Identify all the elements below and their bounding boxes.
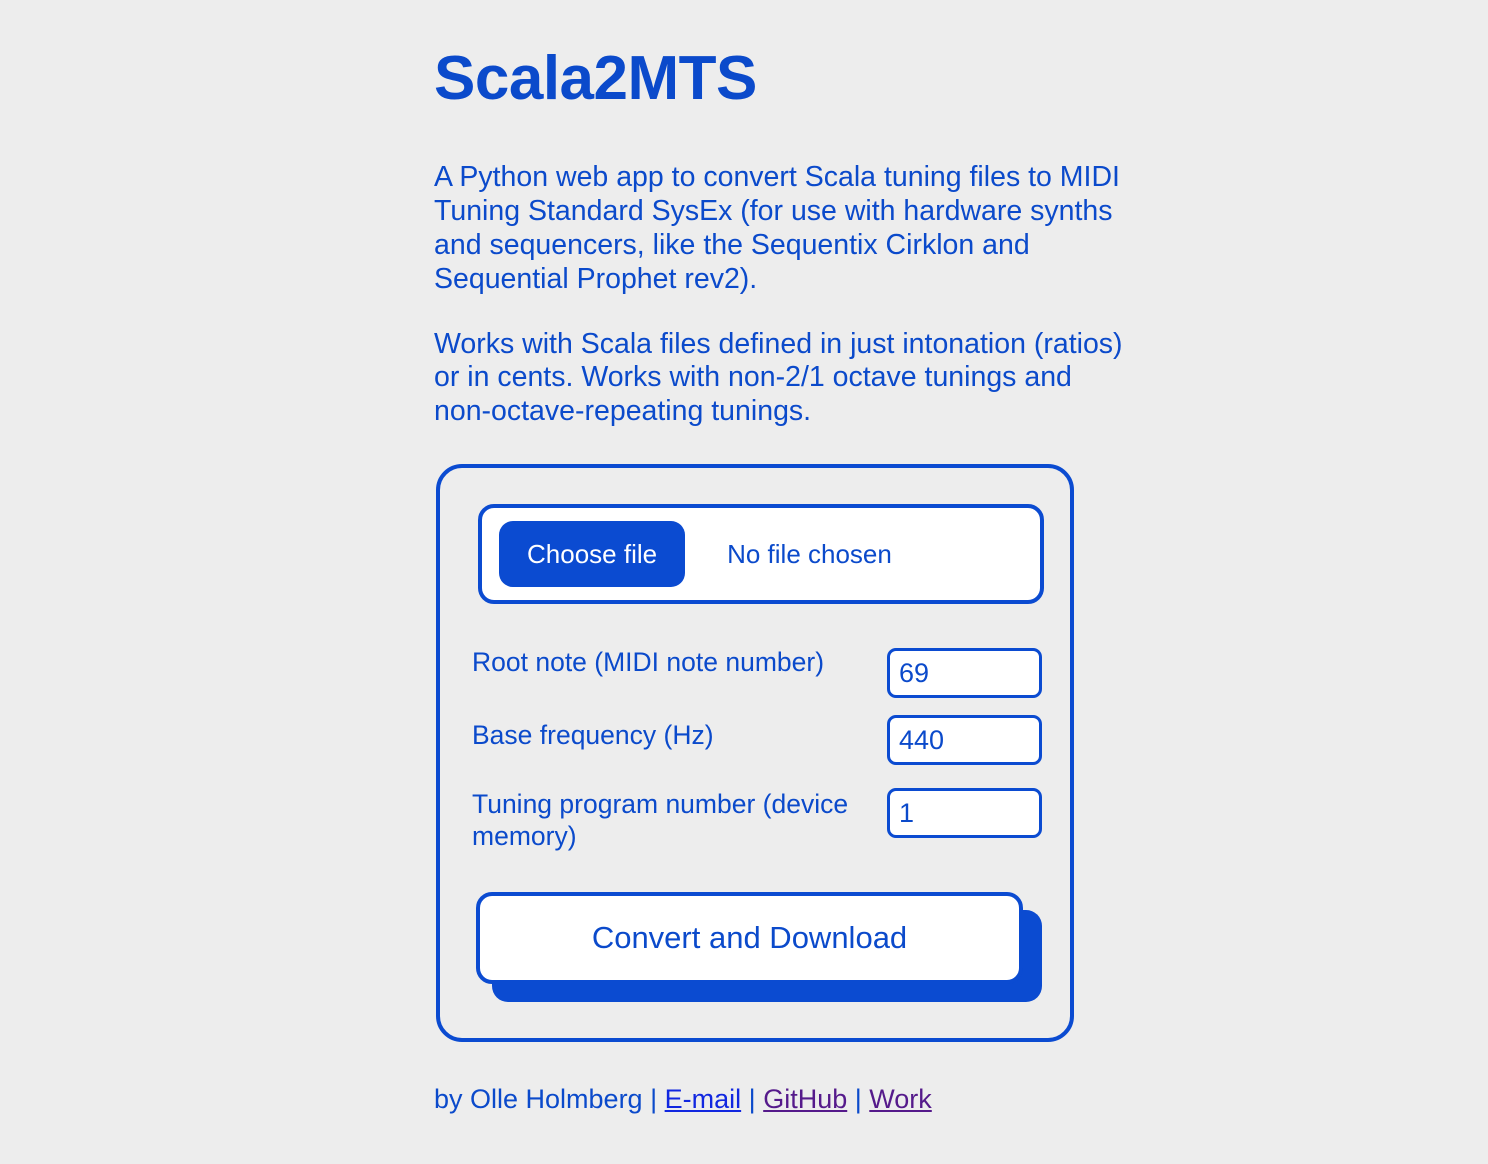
settings-fields: Root note (MIDI note number) Base freque…: [472, 646, 1042, 867]
root-note-input[interactable]: [887, 648, 1042, 698]
page-root: Scala2MTS A Python web app to convert Sc…: [0, 0, 1488, 1164]
tuning-program-number-label: Tuning program number (device memory): [472, 789, 849, 851]
base-frequency-label: Base frequency (Hz): [472, 720, 714, 750]
footer-separator-2: |: [748, 1084, 756, 1114]
intro-paragraph-2: Works with Scala files defined in just i…: [434, 327, 1123, 428]
convert-and-download-button[interactable]: Convert and Download: [476, 892, 1023, 984]
page-title: Scala2MTS: [434, 44, 757, 113]
footer-link-email[interactable]: E-mail: [665, 1084, 742, 1114]
file-upload-control[interactable]: Choose file No file chosen: [478, 504, 1044, 604]
field-row-tuning-program-number: Tuning program number (device memory): [472, 788, 1042, 858]
footer-separator-3: |: [854, 1084, 862, 1114]
footer-link-github[interactable]: GitHub: [763, 1084, 847, 1114]
tuning-program-number-input[interactable]: [887, 788, 1042, 838]
root-note-label: Root note (MIDI note number): [472, 647, 825, 677]
intro-paragraph-1: A Python web app to convert Scala tuning…: [434, 161, 1120, 295]
file-chosen-status: No file chosen: [727, 538, 892, 569]
field-row-base-frequency: Base frequency (Hz): [472, 713, 1042, 779]
footer-byline: by Olle Holmberg: [434, 1084, 643, 1114]
intro-section: Scala2MTS A Python web app to convert Sc…: [434, 0, 1154, 429]
base-frequency-input[interactable]: [887, 715, 1042, 765]
choose-file-button[interactable]: Choose file: [499, 521, 686, 587]
footer-link-work[interactable]: Work: [869, 1084, 932, 1114]
submit-button-wrapper: Convert and Download: [476, 892, 1042, 1002]
converter-form-card: Choose file No file chosen Root note (MI…: [436, 464, 1074, 1042]
footer-separator-1: |: [650, 1084, 658, 1114]
footer: by Olle Holmberg | E-mail | GitHub | Wor…: [434, 1084, 932, 1115]
field-row-root-note: Root note (MIDI note number): [472, 646, 1042, 704]
